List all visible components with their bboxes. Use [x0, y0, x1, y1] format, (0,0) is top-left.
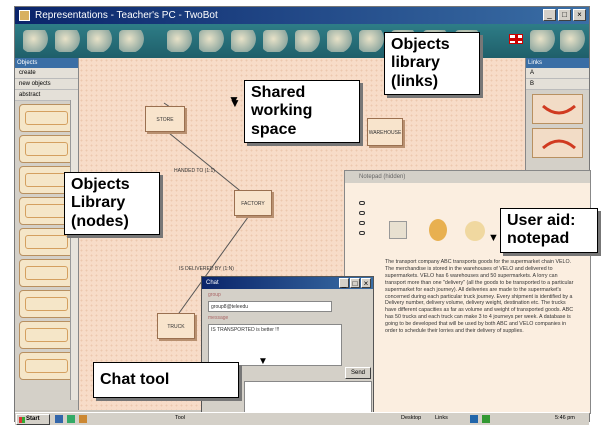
menu-item-abstract[interactable]: abstract: [15, 90, 78, 101]
tool-paper-icon[interactable]: [23, 30, 49, 52]
node-factory[interactable]: FACTORY: [234, 190, 272, 216]
links-item-a[interactable]: A: [526, 68, 589, 79]
quicklaunch-ie-icon[interactable]: [55, 415, 63, 423]
links-panel-title: Links: [526, 58, 589, 68]
quicklaunch-desktop-icon[interactable]: [67, 415, 75, 423]
node-warehouse[interactable]: WAREHOUSE: [367, 118, 403, 146]
tool-lightbulb-icon[interactable]: [231, 30, 257, 52]
tool-hand-right-icon[interactable]: [560, 30, 586, 52]
node-template[interactable]: [19, 135, 74, 163]
chat-message-input[interactable]: IS TRANSPORTED is better !!!: [208, 324, 342, 366]
chat-user-field[interactable]: group8@teleedu: [208, 301, 332, 312]
spiral-ring: [359, 201, 365, 205]
callout-shared-working-space: Shared working space: [244, 80, 360, 144]
notepad-cursor-icon: ▼: [488, 232, 499, 244]
link-label-delivered-by[interactable]: IS DELIVERED BY (1:N): [179, 266, 234, 272]
callout-objects-library-nodes: Objects Library (nodes): [64, 172, 160, 236]
tool-arrow-icon[interactable]: [530, 30, 556, 52]
left-panel-scrollbar[interactable]: [70, 100, 78, 400]
node-template[interactable]: [19, 321, 74, 349]
chat-user-label: group: [208, 292, 221, 298]
tool-write-icon[interactable]: [55, 30, 81, 52]
app-icon: [19, 10, 30, 21]
tool-hand-icon[interactable]: [263, 30, 289, 52]
flag-icon[interactable]: [509, 34, 523, 44]
links-item-b[interactable]: B: [526, 79, 589, 90]
tool-brush-icon[interactable]: [327, 30, 353, 52]
tray-text: Tool: [175, 415, 186, 421]
chat-minimize-button[interactable]: _: [339, 278, 349, 288]
callout-objects-library-links: Objects library (links): [384, 32, 480, 96]
chat-message-label: message: [208, 315, 229, 321]
chat-maximize-button[interactable]: □: [350, 278, 360, 288]
quicklaunch-app-icon[interactable]: [79, 415, 87, 423]
tool-handshake-icon[interactable]: [87, 30, 113, 52]
link-template[interactable]: [532, 128, 583, 158]
menu-item-create[interactable]: create: [15, 68, 78, 79]
tool-book-icon[interactable]: [359, 30, 385, 52]
spiral-ring: [359, 231, 365, 235]
minimize-button[interactable]: _: [543, 9, 556, 21]
tool-pencil-icon[interactable]: [295, 30, 321, 52]
link-template[interactable]: [532, 94, 583, 124]
bulb-icon[interactable]: [429, 219, 447, 241]
tool-wrench-icon[interactable]: [199, 30, 225, 52]
callout-chat-tool: Chat tool: [93, 362, 239, 398]
node-template[interactable]: [19, 352, 74, 380]
start-button[interactable]: Start: [16, 414, 50, 425]
taskbar-clock: 5:46 pm: [555, 415, 575, 421]
link-label-handed-to[interactable]: HANDED TO (1:1): [174, 168, 215, 174]
notepad-title: Notepad (hidden): [345, 171, 590, 183]
chat-cursor-icon: ▼: [258, 356, 268, 367]
objects-panel-title: Objects: [15, 58, 78, 68]
tool-board-icon[interactable]: [167, 30, 193, 52]
taskbar-desktop[interactable]: Desktop: [401, 415, 421, 421]
maximize-button[interactable]: □: [558, 9, 571, 21]
chat-history: [244, 381, 372, 415]
tool-pen-icon[interactable]: [119, 30, 145, 52]
notepad-window: Notepad (hidden) The transport company A…: [344, 170, 591, 414]
taskbar-links[interactable]: Links: [435, 415, 448, 421]
toolbar: [15, 24, 589, 58]
spiral-ring: [359, 211, 365, 215]
callout-user-aid-notepad: User aid: notepad: [500, 208, 598, 253]
node-store[interactable]: STORE: [145, 106, 185, 132]
window-title-bar: Representations - Teacher's PC - TwoBot …: [15, 7, 589, 24]
notepad-text: The transport company ABC transports goo…: [385, 259, 574, 335]
arrow-cursor-icon: ▼: [228, 93, 240, 107]
document-icon[interactable]: [389, 221, 407, 239]
menu-item-new-objects[interactable]: new objects: [15, 79, 78, 90]
close-button[interactable]: ×: [573, 9, 586, 21]
node-truck[interactable]: TRUCK: [157, 313, 195, 339]
node-template[interactable]: [19, 259, 74, 287]
spiral-ring: [359, 221, 365, 225]
tray-network-icon: [470, 415, 478, 423]
node-template[interactable]: [19, 290, 74, 318]
node-template[interactable]: [19, 104, 74, 132]
taskbar: Start Tool Desktop Links 5:46 pm: [15, 412, 589, 425]
window-title: Representations - Teacher's PC - TwoBot: [35, 10, 218, 21]
hand-icon[interactable]: [465, 221, 485, 241]
tray-volume-icon: [482, 415, 490, 423]
chat-close-button[interactable]: ×: [361, 278, 371, 288]
send-button[interactable]: Send: [345, 367, 371, 379]
